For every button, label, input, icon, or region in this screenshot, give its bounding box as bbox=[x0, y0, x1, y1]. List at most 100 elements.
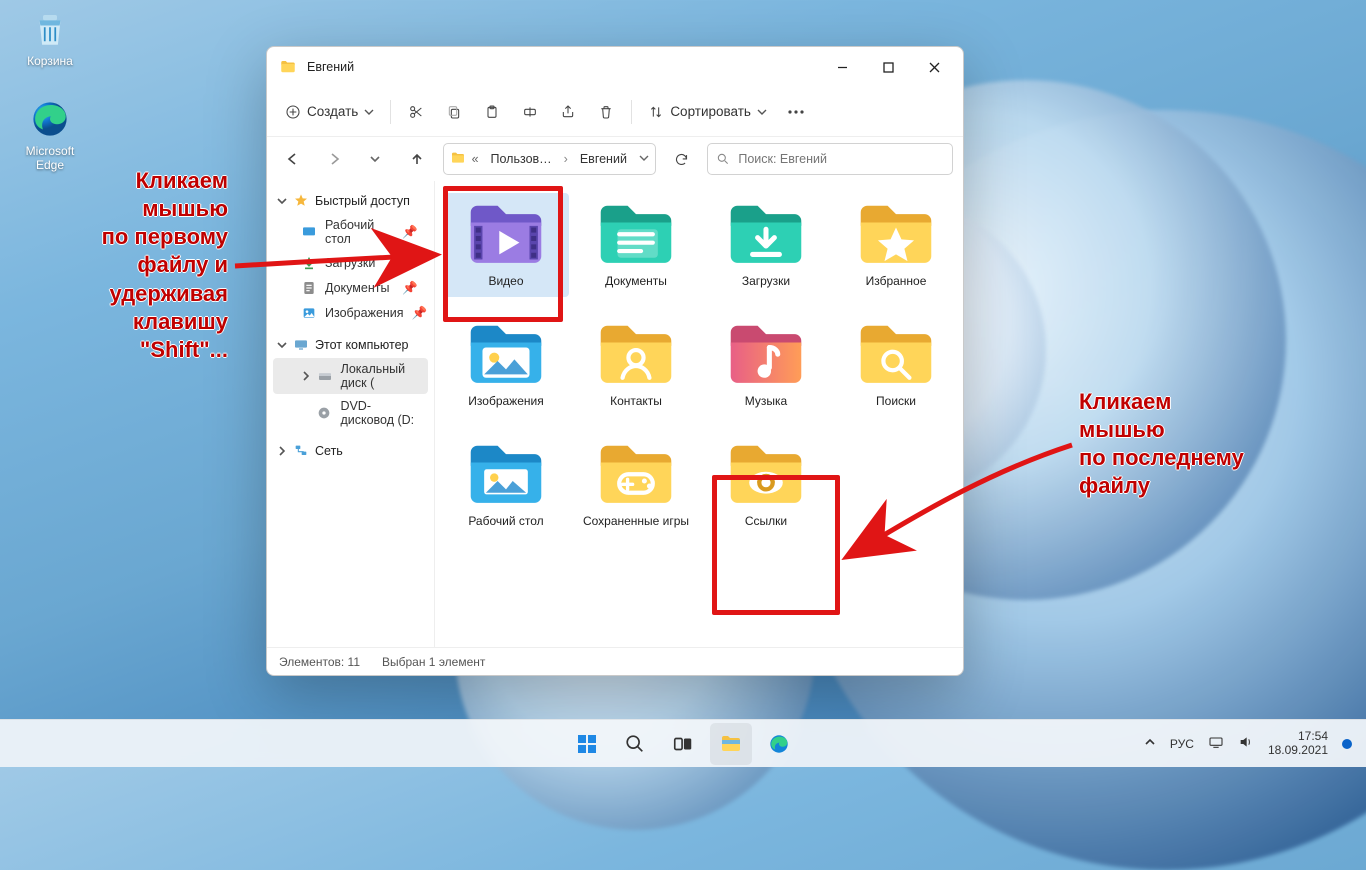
nav-forward[interactable] bbox=[318, 143, 349, 175]
downloads-folder-icon bbox=[724, 199, 808, 269]
sidebar-network[interactable]: Сеть bbox=[267, 439, 434, 463]
pics-folder-icon bbox=[464, 319, 548, 389]
sidebar-drive-item[interactable]: Локальный диск ( bbox=[273, 358, 428, 394]
tray-clock[interactable]: 17:54 18.09.2021 bbox=[1268, 730, 1328, 758]
taskbar-search[interactable] bbox=[614, 723, 656, 765]
cut-button[interactable] bbox=[399, 95, 433, 129]
tray-chevron[interactable] bbox=[1144, 736, 1156, 751]
sidebar-quick-item[interactable]: Загрузки📌 bbox=[273, 251, 428, 275]
taskbar-explorer[interactable] bbox=[710, 723, 752, 765]
folder-search[interactable]: Поиски bbox=[833, 313, 959, 417]
more-button[interactable] bbox=[779, 95, 813, 129]
annotation-left: Кликаем мышью по первому файлу и удержив… bbox=[102, 167, 228, 364]
folder-downloads[interactable]: Загрузки bbox=[703, 193, 829, 297]
chevron-down-icon[interactable] bbox=[639, 152, 649, 166]
folder-label: Сохраненные игры bbox=[583, 515, 689, 529]
copy-button[interactable] bbox=[437, 95, 471, 129]
address-bar[interactable]: « Пользов… › Евгений bbox=[443, 143, 656, 175]
task-view[interactable] bbox=[662, 723, 704, 765]
star-icon bbox=[293, 193, 309, 209]
sort-button[interactable]: Сортировать bbox=[640, 95, 775, 129]
search-icon bbox=[624, 733, 646, 755]
maximize-button[interactable] bbox=[865, 51, 911, 83]
video-folder-icon bbox=[464, 199, 548, 269]
paste-button[interactable] bbox=[475, 95, 509, 129]
desktop-icon-label: Microsoft Edge bbox=[10, 144, 90, 172]
nav-back[interactable] bbox=[277, 143, 308, 175]
breadcrumb-users[interactable]: Пользов… bbox=[485, 149, 558, 169]
nav-recent[interactable] bbox=[360, 143, 391, 175]
chevron-down-icon bbox=[364, 107, 374, 117]
share-icon bbox=[560, 104, 576, 120]
nav-up[interactable] bbox=[401, 143, 432, 175]
start-button[interactable] bbox=[566, 723, 608, 765]
desktop-recycle-bin[interactable]: Корзина bbox=[10, 8, 90, 68]
close-button[interactable] bbox=[911, 51, 957, 83]
share-button[interactable] bbox=[551, 95, 585, 129]
links-folder-icon bbox=[724, 439, 808, 509]
folder-icon bbox=[279, 58, 297, 76]
status-bar: Элементов: 11 Выбран 1 элемент bbox=[267, 647, 963, 675]
sidebar-quick-item[interactable]: Рабочий стол📌 bbox=[273, 214, 428, 250]
sidebar-this-pc[interactable]: Этот компьютер bbox=[267, 333, 434, 357]
delete-button[interactable] bbox=[589, 95, 623, 129]
task-view-icon bbox=[672, 733, 694, 755]
paste-icon bbox=[484, 104, 500, 120]
folder-icon bbox=[450, 150, 466, 169]
breadcrumb-current[interactable]: Евгений bbox=[574, 149, 633, 169]
pin-icon: 📌 bbox=[402, 256, 418, 271]
network-icon bbox=[293, 443, 309, 459]
pin-icon: 📌 bbox=[412, 306, 428, 321]
folder-label: Видео bbox=[488, 275, 523, 289]
sidebar-drive-item[interactable]: DVD-дисковод (D: bbox=[273, 395, 428, 431]
folder-fav[interactable]: Избранное bbox=[833, 193, 959, 297]
folder-label: Ссылки bbox=[745, 515, 787, 529]
refresh-button[interactable] bbox=[666, 143, 697, 175]
search-box[interactable] bbox=[707, 143, 953, 175]
nav-row: « Пользов… › Евгений bbox=[267, 137, 963, 181]
desktop-edge[interactable]: Microsoft Edge bbox=[10, 98, 90, 172]
new-button[interactable]: Создать bbox=[277, 95, 382, 129]
sidebar-quick-access[interactable]: Быстрый доступ bbox=[267, 189, 434, 213]
window-title: Евгений bbox=[307, 60, 354, 74]
edge-icon bbox=[29, 98, 71, 140]
sidebar-quick-item[interactable]: Документы📌 bbox=[273, 276, 428, 300]
edge-icon bbox=[768, 733, 790, 755]
status-selection: Выбран 1 элемент bbox=[382, 655, 485, 669]
minimize-button[interactable] bbox=[819, 51, 865, 83]
folder-music[interactable]: Музыка bbox=[703, 313, 829, 417]
explorer-window: Евгений Создать Сортировать bbox=[266, 46, 964, 676]
docs-folder-icon bbox=[594, 199, 678, 269]
folder-label: Избранное bbox=[866, 275, 927, 289]
rename-button[interactable] bbox=[513, 95, 547, 129]
sidebar: Быстрый доступ Рабочий стол📌Загрузки📌Док… bbox=[267, 181, 435, 647]
folder-games[interactable]: Сохраненные игры bbox=[573, 433, 699, 537]
chevron-down-icon bbox=[757, 107, 767, 117]
titlebar[interactable]: Евгений bbox=[267, 47, 963, 87]
fav-folder-icon bbox=[854, 199, 938, 269]
folder-label: Музыка bbox=[745, 395, 787, 409]
content-area[interactable]: Видео ДокументыЗагрузки Избранное Изображен… bbox=[435, 181, 963, 647]
tray-language[interactable]: РУС bbox=[1170, 737, 1194, 751]
folder-links[interactable]: Ссылки bbox=[703, 433, 829, 537]
plus-circle-icon bbox=[285, 104, 301, 120]
tray-network-icon[interactable] bbox=[1208, 734, 1224, 753]
desktop-icon-label: Корзина bbox=[10, 54, 90, 68]
pc-icon bbox=[293, 337, 309, 353]
folder-pics[interactable]: Изображения bbox=[443, 313, 569, 417]
search-icon bbox=[716, 152, 730, 166]
chevron-down-icon bbox=[369, 153, 381, 165]
search-input[interactable] bbox=[738, 152, 944, 166]
chevron-down-icon bbox=[277, 340, 287, 350]
sidebar-quick-item[interactable]: Изображения📌 bbox=[273, 301, 428, 325]
notifications-indicator[interactable] bbox=[1342, 739, 1352, 749]
folder-desktop[interactable]: Рабочий стол bbox=[443, 433, 569, 537]
toolbar: Создать Сортировать bbox=[267, 87, 963, 137]
folder-contacts[interactable]: Контакты bbox=[573, 313, 699, 417]
folder-video[interactable]: Видео bbox=[443, 193, 569, 297]
tray-volume-icon[interactable] bbox=[1238, 734, 1254, 753]
folder-label: Поиски bbox=[876, 395, 916, 409]
folder-docs[interactable]: Документы bbox=[573, 193, 699, 297]
taskbar-edge[interactable] bbox=[758, 723, 800, 765]
folder-label: Изображения bbox=[468, 395, 543, 409]
